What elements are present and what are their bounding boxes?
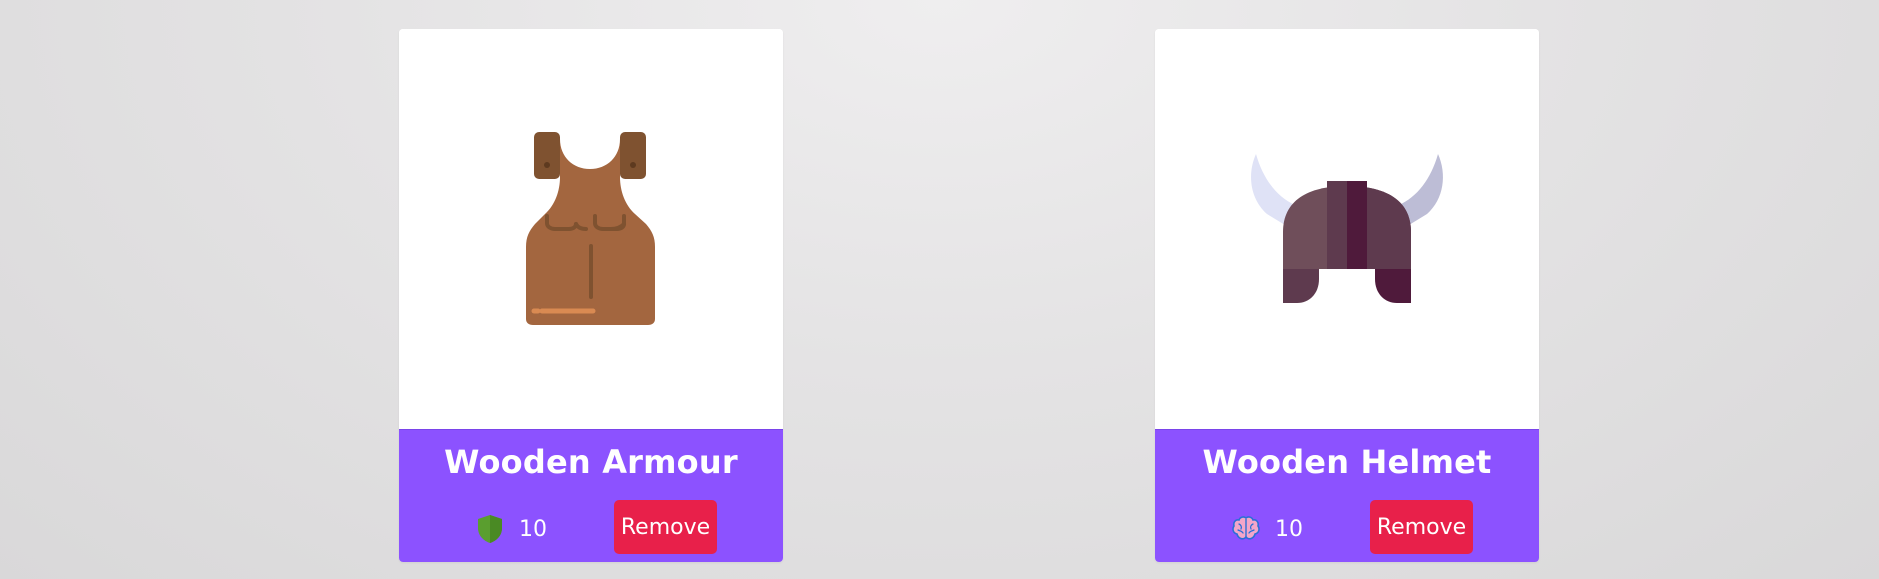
shield-icon [478,515,502,543]
wooden-armour-icon [526,132,655,325]
item-card-wooden-armour: Wooden Armour 10 Remove [399,29,783,562]
item-card-wooden-helmet: Wooden Helmet 10 Remove [1155,29,1539,562]
item-title: Wooden Armour [444,443,738,481]
remove-button[interactable]: Remove [1370,500,1473,554]
stat-value: 10 [1275,517,1303,542]
item-image [1155,29,1539,429]
stat-value: 10 [519,517,547,542]
item-card-footer: Wooden Armour 10 Remove [399,429,783,562]
item-title: Wooden Helmet [1202,443,1492,481]
item-image [399,29,783,429]
item-card-footer: Wooden Helmet 10 Remove [1155,429,1539,562]
brain-icon [1232,516,1260,540]
remove-button[interactable]: Remove [614,500,717,554]
viking-helmet-icon [1251,154,1443,303]
